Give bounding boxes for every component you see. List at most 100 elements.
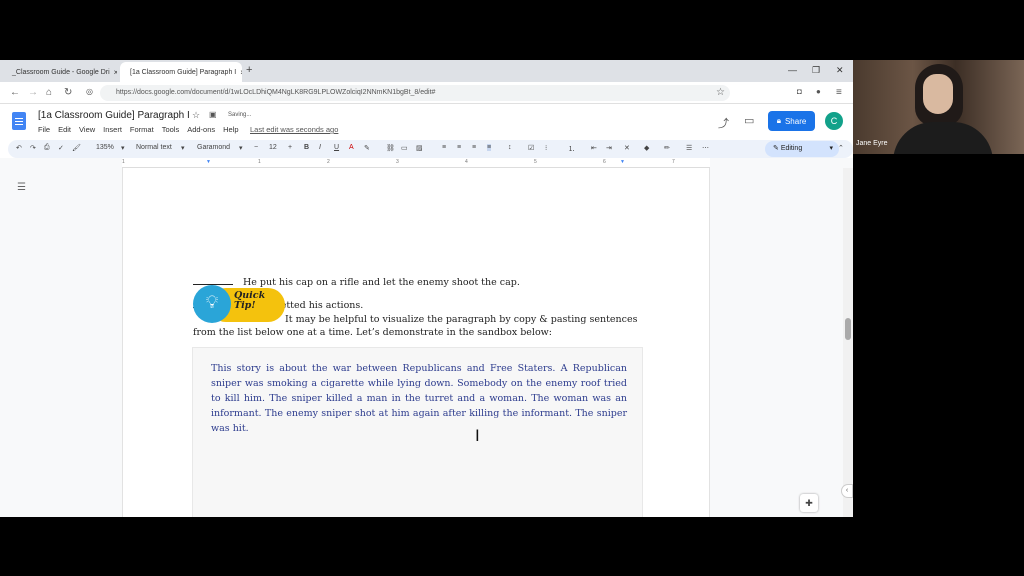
align-justify-icon[interactable]: ≡ [487, 144, 492, 151]
decrease-font-size-icon[interactable]: − [254, 144, 258, 151]
increase-indent-icon[interactable]: ⇥ [606, 144, 612, 152]
highlight-icon[interactable]: ✎ [364, 144, 370, 152]
print-icon[interactable]: ⎙ [44, 144, 50, 152]
tip-paragraph: It may be helpful to visualize the parag… [193, 314, 638, 338]
bold-icon[interactable]: B [304, 144, 309, 151]
sandbox-paragraph[interactable]: This story is about the war between Repu… [211, 361, 627, 436]
font-select[interactable]: Garamond [197, 144, 230, 151]
checklist-icon[interactable]: ☑ [528, 144, 534, 152]
menu-edit[interactable]: Edit [58, 125, 71, 134]
lock-icon: 🔒︎ [776, 116, 781, 125]
menu-file[interactable]: File [38, 125, 50, 134]
increase-font-size-icon[interactable]: + [288, 144, 292, 151]
document-title[interactable]: [1a Classroom Guide] Paragraph I [38, 110, 190, 121]
document-page[interactable]: He put his cap on a rifle and let the en… [122, 168, 710, 517]
tab-paragraph-doc[interactable]: [1a Classroom Guide] Paragraph I × [120, 62, 242, 82]
menu-view[interactable]: View [79, 125, 95, 134]
document-outline-icon[interactable]: ☰ [17, 182, 26, 193]
back-icon[interactable]: ← [10, 87, 20, 98]
editing-mode-label: Editing [780, 145, 803, 152]
star-icon[interactable]: ☆ [192, 110, 200, 121]
reload-icon[interactable]: ↻ [64, 87, 72, 98]
profile-icon[interactable]: ● [816, 87, 821, 96]
side-panel-toggle-icon[interactable]: ‹ [841, 484, 853, 498]
shield-icon[interactable]: ◎ [86, 87, 93, 96]
bookmark-star-icon[interactable]: ☆ [716, 87, 725, 98]
zoom-select[interactable]: 135% [96, 144, 114, 151]
share-button[interactable]: 🔒︎ Share [768, 111, 815, 131]
font-size-input[interactable]: 12 [269, 144, 277, 151]
docs-header: [1a Classroom Guide] Paragraph I ☆ ▣ Sav… [0, 104, 853, 140]
undo-icon[interactable]: ↶ [16, 144, 22, 152]
tab-classroom-guide-drive[interactable]: _Classroom Guide - Google Dri × [2, 62, 117, 82]
chevron-down-icon: ▾ [181, 145, 185, 152]
menu-addons[interactable]: Add-ons [187, 125, 215, 134]
image-icon[interactable]: ▨ [416, 144, 423, 152]
browser-menu-icon[interactable]: ≡ [836, 87, 842, 98]
avatar[interactable]: C [825, 112, 843, 130]
text-cursor-icon: I [475, 426, 480, 445]
fill-color-icon[interactable]: ◆ [644, 144, 649, 152]
close-tab-icon[interactable]: × [114, 68, 117, 77]
style-select[interactable]: Normal text [136, 144, 172, 151]
menu-format[interactable]: Format [130, 125, 154, 134]
forward-icon[interactable]: → [28, 87, 38, 98]
align-right-icon[interactable]: ≡ [472, 144, 476, 151]
collapse-menus-icon[interactable]: ⌃ [838, 144, 844, 152]
google-docs-logo-icon[interactable] [12, 112, 26, 130]
align-left-icon[interactable]: ≡ [442, 144, 446, 151]
chevron-down-icon: ▾ [121, 145, 125, 152]
ruler-mark: 3 [396, 159, 399, 165]
text-color-icon[interactable]: A [349, 144, 354, 151]
minimize-button[interactable]: — [788, 65, 797, 75]
editing-mode-select[interactable]: ✎ Editing ▾ [765, 141, 839, 157]
decrease-indent-icon[interactable]: ⇤ [591, 144, 597, 152]
indent-marker-icon[interactable]: ▼ [206, 159, 211, 165]
bulleted-list-icon[interactable]: ⁝ [545, 144, 547, 152]
menu-tools[interactable]: Tools [162, 125, 180, 134]
home-icon[interactable]: ⌂ [46, 87, 52, 98]
ruler-mark: 1 [258, 159, 261, 165]
url-input[interactable]: https://docs.google.com/document/d/1wLOc… [100, 85, 730, 101]
align-center-icon[interactable]: ≡ [457, 144, 461, 151]
ruler-mark: 2 [327, 159, 330, 165]
redo-icon[interactable]: ↷ [30, 144, 36, 152]
tab-label: [1a Classroom Guide] Paragraph I [130, 68, 237, 76]
activity-trend-icon[interactable]: ⤴ [718, 115, 729, 131]
maximize-button[interactable]: ❐ [812, 65, 820, 76]
menu-insert[interactable]: Insert [103, 125, 122, 134]
extension-icon[interactable]: ◘ [797, 87, 802, 96]
sandbox-box[interactable]: This story is about the war between Repu… [192, 347, 643, 517]
menu-help[interactable]: Help [223, 125, 238, 134]
webcam-person-body [893, 122, 993, 154]
ruler-mark: 6 [603, 159, 606, 165]
vertical-scrollbar[interactable] [843, 168, 853, 517]
explore-icon[interactable]: ✚ [800, 494, 818, 512]
underline-icon[interactable]: U [334, 144, 339, 151]
tab-strip: _Classroom Guide - Google Dri × [1a Clas… [0, 60, 853, 82]
comment-icon[interactable]: ▭ [401, 144, 408, 152]
save-status: Saving... [228, 112, 252, 118]
numbered-list-icon[interactable]: ⒈ [568, 144, 575, 154]
spellcheck-icon[interactable]: ✓ [58, 144, 64, 152]
line-spacing-icon[interactable]: ↕ [508, 144, 512, 151]
right-indent-marker-icon[interactable]: ▼ [620, 159, 625, 165]
border-width-icon[interactable]: ☰ [686, 144, 692, 152]
last-edit-link[interactable]: Last edit was seconds ago [250, 125, 338, 134]
italic-icon[interactable]: I [319, 144, 321, 151]
ruler-page-area[interactable]: 1 ▼ 1 2 3 4 5 6 ▼ 7 [122, 158, 710, 168]
paint-format-icon[interactable]: 🖌︎ [72, 144, 81, 152]
move-folder-icon[interactable]: ▣ [209, 110, 217, 119]
tab-label: _Classroom Guide - Google Dri [12, 68, 110, 76]
close-window-button[interactable]: ✕ [836, 65, 844, 76]
new-tab-button[interactable]: + [246, 64, 252, 76]
scrollbar-thumb[interactable] [845, 318, 851, 340]
close-tab-icon[interactable]: × [240, 68, 242, 77]
ruler-mark: 5 [534, 159, 537, 165]
border-dash-icon[interactable]: ⋯ [702, 144, 709, 152]
clear-formatting-icon[interactable]: ✕ [624, 144, 630, 152]
link-icon[interactable]: ⛓︎ [386, 144, 395, 152]
address-bar-row: ← → ⌂ ↻ ◎ https://docs.google.com/docume… [0, 82, 853, 104]
border-color-icon[interactable]: ✏ [664, 144, 670, 152]
comment-history-icon[interactable]: ▭ [744, 114, 754, 127]
